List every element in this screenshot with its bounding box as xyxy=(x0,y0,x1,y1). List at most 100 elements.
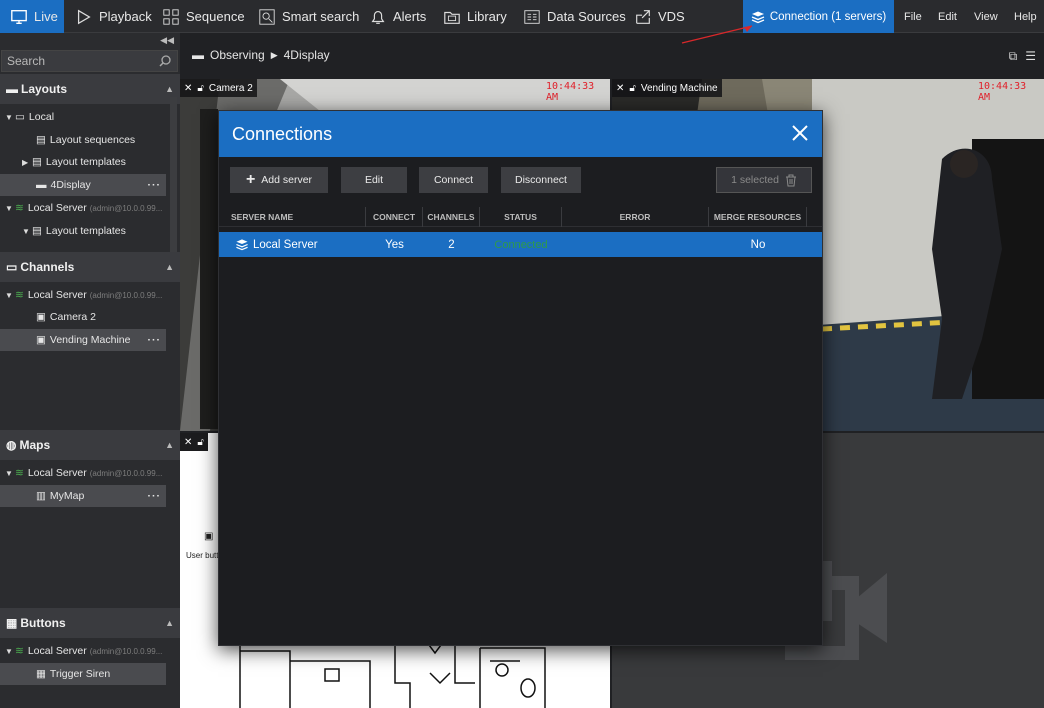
tree-local-server-buttons[interactable]: ▼ ≋ Local Server (admin@10.0.0.99... xyxy=(0,640,166,662)
monitor-icon xyxy=(11,9,27,24)
layouts-title: Layouts xyxy=(21,82,68,96)
button-icon: ▦ xyxy=(36,668,46,680)
tree-4display[interactable]: ▬ 4Display ··· xyxy=(0,174,166,196)
column-server-name[interactable]: SERVER NAME xyxy=(219,207,366,227)
connections-dialog: Connections + Add server Edit Connect Di… xyxy=(218,110,823,646)
collapse-caret-icon[interactable]: ▲ xyxy=(165,84,174,94)
maps-section-header[interactable]: ◍ Maps ▲ xyxy=(0,430,180,460)
disconnect-button[interactable]: Disconnect xyxy=(501,167,581,193)
tree-local[interactable]: ▼ ▭ Local xyxy=(0,106,166,128)
layout-template-icon: ▤ xyxy=(32,225,42,237)
menu-view[interactable]: View xyxy=(974,0,998,33)
layouts-section-header[interactable]: ▬ Layouts ▲ xyxy=(0,74,180,104)
tree-4display-label: 4Display xyxy=(50,179,91,191)
collapsed-arrow-icon[interactable]: ▶ xyxy=(22,158,32,167)
table-header: SERVER NAME CONNECT CHANNELS STATUS ERRO… xyxy=(219,207,822,227)
tab-smart-search[interactable]: Smart search xyxy=(258,0,359,33)
unlock-icon[interactable]: 🔓︎ xyxy=(197,83,203,94)
unlock-icon[interactable]: 🔓︎ xyxy=(629,83,635,94)
collapse-caret-icon[interactable]: ▲ xyxy=(165,618,174,628)
tab-library[interactable]: Library xyxy=(443,0,507,33)
column-status[interactable]: STATUS xyxy=(480,207,562,227)
close-icon[interactable]: ✕ xyxy=(184,437,192,448)
cell-server-name-text: Local Server xyxy=(253,238,318,251)
add-server-button[interactable]: + Add server xyxy=(230,167,328,193)
table-row[interactable]: Local Server Yes 2 Connected No xyxy=(219,232,822,257)
cell-error xyxy=(562,232,709,257)
tree-trigger-siren[interactable]: ▦ Trigger Siren xyxy=(0,663,166,685)
tree-camera-2-label: Camera 2 xyxy=(49,311,97,323)
close-icon[interactable]: ✕ xyxy=(184,83,192,94)
tab-alerts[interactable]: Alerts xyxy=(369,0,426,33)
vending-machine-timestamp: 10:44:33 AM xyxy=(978,81,1027,103)
folder-icon xyxy=(444,11,460,24)
tree-local-server-maps[interactable]: ▼ ≋ Local Server (admin@10.0.0.99... xyxy=(0,462,166,484)
cell-channels: 2 xyxy=(448,238,455,251)
menu-edit[interactable]: Edit xyxy=(938,0,957,33)
tree-layout-sequences[interactable]: ▤ Layout sequences xyxy=(0,129,166,151)
breadcrumb: ▬ Observing ▶ 4Display xyxy=(192,48,330,62)
collapse-caret-icon[interactable]: ▲ xyxy=(165,440,174,450)
connection-button[interactable]: Connection (1 servers) xyxy=(743,0,894,33)
column-merge-resources[interactable]: MERGE RESOURCES xyxy=(709,207,807,227)
layout-folder-icon: ▭ xyxy=(15,111,25,123)
expanded-arrow-icon[interactable]: ▼ xyxy=(22,227,32,236)
column-error[interactable]: ERROR xyxy=(562,207,709,227)
layouts-scrollbar[interactable] xyxy=(170,97,177,273)
sidebar: ◀◀ Search ▬ Layouts ▲ ▼ ▭ Local ▤ Layout… xyxy=(0,33,180,708)
more-options-icon[interactable]: ··· xyxy=(148,490,162,502)
breadcrumb-root[interactable]: Observing xyxy=(210,48,265,62)
tab-vds[interactable]: VDS xyxy=(634,0,685,33)
layout-sequence-icon: ▤ xyxy=(36,134,46,146)
server-user-label: (admin@10.0.0.99... xyxy=(89,203,163,213)
buttons-section-header[interactable]: ▦ Buttons ▲ xyxy=(0,608,180,638)
tab-smart-search-label: Smart search xyxy=(282,9,360,24)
column-server-name-label: SERVER NAME xyxy=(231,212,294,222)
top-bar: Live Playback Sequence Smart search Aler… xyxy=(0,0,1044,33)
menu-file[interactable]: File xyxy=(904,0,922,33)
more-options-icon[interactable]: ··· xyxy=(148,179,162,191)
tab-live[interactable]: Live xyxy=(0,0,64,33)
close-icon[interactable] xyxy=(790,123,810,143)
tab-playback[interactable]: Playback xyxy=(75,0,152,33)
tree-layout-templates-2[interactable]: ▼ ▤ Layout templates xyxy=(0,220,166,242)
edit-button[interactable]: Edit xyxy=(341,167,407,193)
vending-machine-title: Vending Machine xyxy=(640,82,718,94)
collapse-caret-icon[interactable]: ▲ xyxy=(165,262,174,272)
tree-vending-machine[interactable]: ▣ Vending Machine ··· xyxy=(0,329,166,351)
column-channels[interactable]: CHANNELS xyxy=(423,207,480,227)
more-options-icon[interactable]: ··· xyxy=(148,334,162,346)
column-connect[interactable]: CONNECT xyxy=(366,207,423,227)
expanded-arrow-icon[interactable]: ▼ xyxy=(5,647,15,656)
channels-section-header[interactable]: ▭ Channels ▲ xyxy=(0,252,180,282)
server-user-label: (admin@10.0.0.99... xyxy=(89,290,163,300)
connect-button[interactable]: Connect xyxy=(419,167,488,193)
expanded-arrow-icon[interactable]: ▼ xyxy=(5,291,15,300)
unlock-icon[interactable]: 🔓︎ xyxy=(197,437,203,448)
layout-switch-icon[interactable]: ⧉ xyxy=(1009,49,1018,64)
server-icon: ≋ xyxy=(15,467,24,479)
close-icon[interactable]: ✕ xyxy=(616,83,624,94)
expanded-arrow-icon[interactable]: ▼ xyxy=(5,204,15,213)
tab-sequence[interactable]: Sequence xyxy=(162,0,245,33)
tree-local-server-layouts[interactable]: ▼ ≋ Local Server (admin@10.0.0.99... xyxy=(0,197,166,219)
expanded-arrow-icon[interactable]: ▼ xyxy=(5,469,15,478)
tree-local-server-channels[interactable]: ▼ ≋ Local Server (admin@10.0.0.99... xyxy=(0,284,166,306)
menu-help[interactable]: Help xyxy=(1014,0,1037,33)
breadcrumb-leaf[interactable]: 4Display xyxy=(284,48,330,62)
menu-file-label: File xyxy=(904,10,922,23)
breadcrumb-separator-icon: ▶ xyxy=(270,49,278,60)
annotation-arrow xyxy=(681,25,753,44)
tree-camera-2[interactable]: ▣ Camera 2 xyxy=(0,306,166,328)
tree-layout-templates-2-label: Layout templates xyxy=(45,225,126,237)
search-input[interactable]: Search xyxy=(1,50,178,72)
tab-data-sources[interactable]: Data Sources xyxy=(523,0,626,33)
collapse-sidebar-icon[interactable]: ◀◀ xyxy=(160,35,174,46)
expanded-arrow-icon[interactable]: ▼ xyxy=(5,113,15,122)
tree-mymap[interactable]: ▥ MyMap ··· xyxy=(0,485,166,507)
hamburger-menu-icon[interactable]: ☰ xyxy=(1025,49,1036,64)
delete-selected-button[interactable]: 1 selected xyxy=(716,167,812,193)
map-icon: ▥ xyxy=(36,490,46,502)
tree-layout-templates[interactable]: ▶ ▤ Layout templates xyxy=(0,151,166,173)
camera-2-title: Camera 2 xyxy=(208,82,253,94)
